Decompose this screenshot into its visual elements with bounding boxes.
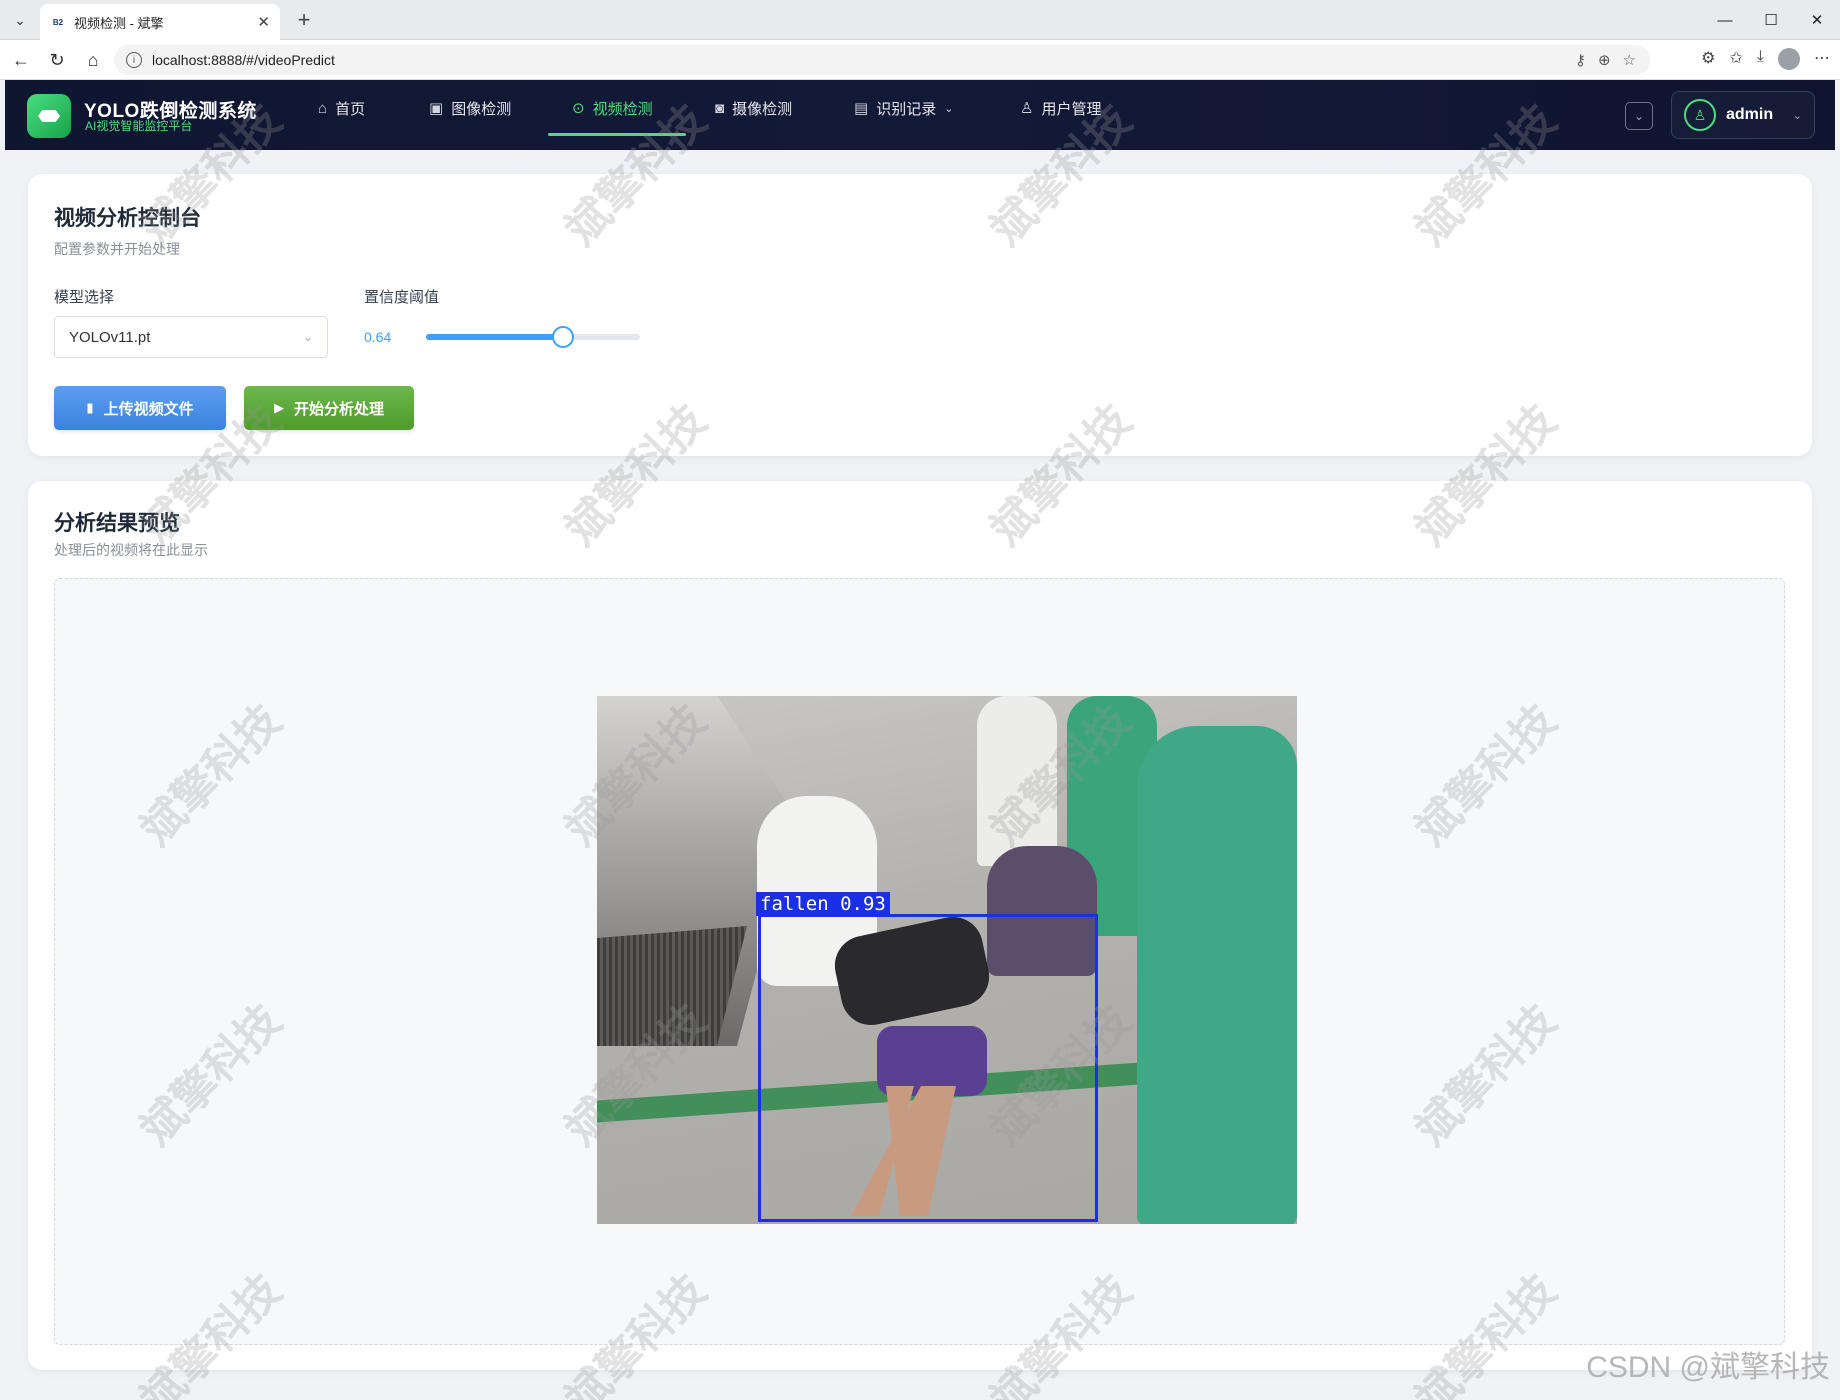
- start-analysis-label: 开始分析处理: [293, 400, 384, 418]
- confidence-label: 置信度阈值: [364, 289, 440, 306]
- profile-avatar-icon[interactable]: [1778, 48, 1800, 70]
- url-field[interactable]: i localhost:8888/#/videoPredict ⚷ ⊕ ☆: [114, 45, 1650, 75]
- nav-video-detect-label: 视频检测: [592, 100, 653, 118]
- tab-list-chevron-icon[interactable]: ⌄: [6, 7, 34, 33]
- nav-records-label: 识别记录: [876, 100, 937, 118]
- control-panel-subtitle: 配置参数并开始处理: [54, 241, 180, 257]
- chevron-down-icon: ⌄: [1792, 109, 1802, 122]
- video-preview-area: fallen 0.93: [54, 578, 1785, 1345]
- app-header: YOLO跌倒检测系统 AI视觉智能监控平台 ⌂ 首页 ▣ 图像检测 ⊙ 视频检测…: [5, 80, 1835, 150]
- confidence-slider-fill: [426, 334, 563, 340]
- nav-camera-detect[interactable]: ◙ 摄像检测: [715, 80, 792, 136]
- home-icon: ⌂: [318, 99, 328, 117]
- confidence-slider[interactable]: [426, 326, 640, 348]
- play-icon: ▶: [273, 400, 284, 415]
- user-name: admin: [1726, 106, 1774, 123]
- control-panel-title: 视频分析控制台: [54, 207, 201, 230]
- start-analysis-button[interactable]: ▶ 开始分析处理: [244, 386, 414, 430]
- user-menu[interactable]: ♙ admin ⌄: [1671, 91, 1815, 139]
- favorites-icon[interactable]: ✩: [1730, 48, 1743, 70]
- file-icon: ▮: [86, 400, 94, 415]
- nav-image-detect-label: 图像检测: [451, 100, 512, 118]
- control-panel: 视频分析控制台 配置参数并开始处理 模型选择 YOLOv11.pt ⌄ 置信度阈…: [28, 174, 1812, 456]
- extensions-icon[interactable]: ⚙: [1701, 48, 1715, 70]
- brand-subtitle: AI视觉智能监控平台: [85, 119, 193, 133]
- back-arrow-icon[interactable]: ←: [6, 46, 36, 74]
- app-logo-icon: [27, 94, 71, 138]
- detection-bounding-box: [758, 914, 1098, 1222]
- more-menu-icon[interactable]: ⋯: [1814, 48, 1830, 70]
- confidence-value: 0.64: [364, 329, 392, 345]
- tab-favicon: B2: [52, 17, 64, 27]
- nav-user-management[interactable]: ♙ 用户管理: [1020, 80, 1101, 136]
- browser-toolbar: ⚙ ✩ ⤓ ⋯: [1701, 48, 1830, 70]
- document-icon: ▤: [854, 100, 869, 117]
- image-icon: ▣: [429, 100, 444, 117]
- zoom-icon[interactable]: ⊕: [1598, 51, 1611, 69]
- nav-home[interactable]: ⌂ 首页: [318, 80, 365, 136]
- url-text: localhost:8888/#/videoPredict: [152, 52, 335, 68]
- model-select-label: 模型选择: [54, 289, 115, 306]
- tab-close-icon[interactable]: ✕: [257, 13, 270, 31]
- site-info-icon[interactable]: i: [126, 52, 142, 68]
- minimize-icon[interactable]: —: [1702, 0, 1748, 40]
- upload-video-label: 上传视频文件: [103, 400, 194, 418]
- browser-address-bar: ← ↻ ⌂ i localhost:8888/#/videoPredict ⚷ …: [0, 40, 1840, 80]
- key-icon[interactable]: ⚷: [1575, 51, 1586, 69]
- nav-video-detect[interactable]: ⊙ 视频检测: [572, 80, 653, 136]
- confidence-slider-handle[interactable]: [551, 326, 574, 348]
- upload-video-button[interactable]: ▮ 上传视频文件: [54, 386, 226, 430]
- nav-records[interactable]: ▤ 识别记录 ⌄: [854, 80, 953, 136]
- close-window-icon[interactable]: ✕: [1794, 0, 1840, 40]
- nav-camera-detect-label: 摄像检测: [732, 100, 793, 118]
- home-icon[interactable]: ⌂: [78, 46, 108, 74]
- browser-tab[interactable]: B2 视频检测 - 斌擎 ✕: [40, 4, 280, 40]
- download-icon[interactable]: ⤓: [1757, 48, 1764, 70]
- result-panel: 分析结果预览 处理后的视频将在此显示 fallen 0.93: [28, 481, 1812, 1370]
- new-tab-plus-icon[interactable]: +: [290, 6, 318, 34]
- chevron-down-icon: ⌄: [302, 330, 313, 344]
- model-select[interactable]: YOLOv11.pt ⌄: [54, 316, 328, 358]
- nav-active-indicator: [548, 133, 686, 136]
- model-select-value: YOLOv11.pt: [69, 328, 151, 346]
- nav-home-label: 首页: [335, 100, 366, 118]
- chevron-down-icon: ⌄: [944, 102, 954, 115]
- browser-tab-bar: ⌄ B2 视频检测 - 斌擎 ✕ + — ☐ ✕: [0, 0, 1840, 40]
- user-icon: ♙: [1020, 100, 1034, 117]
- nav-user-management-label: 用户管理: [1041, 100, 1102, 118]
- tab-title: 视频检测 - 斌擎: [74, 15, 164, 31]
- result-panel-title: 分析结果预览: [54, 512, 180, 535]
- nav-image-detect[interactable]: ▣ 图像检测: [429, 80, 511, 136]
- user-avatar-icon: ♙: [1684, 99, 1716, 131]
- play-circle-icon: ⊙: [572, 100, 585, 117]
- result-video[interactable]: fallen 0.93: [597, 696, 1297, 1224]
- url-action-icons: ⚷ ⊕ ☆: [1575, 51, 1636, 69]
- collapse-toggle-icon[interactable]: ⌄: [1625, 102, 1653, 130]
- window-controls: — ☐ ✕: [1702, 0, 1840, 40]
- camera-icon: ◙: [715, 99, 725, 117]
- reload-icon[interactable]: ↻: [42, 46, 72, 74]
- result-panel-subtitle: 处理后的视频将在此显示: [54, 542, 208, 558]
- maximize-icon[interactable]: ☐: [1748, 0, 1794, 40]
- detection-label: fallen 0.93: [756, 892, 890, 916]
- star-icon[interactable]: ☆: [1623, 51, 1636, 69]
